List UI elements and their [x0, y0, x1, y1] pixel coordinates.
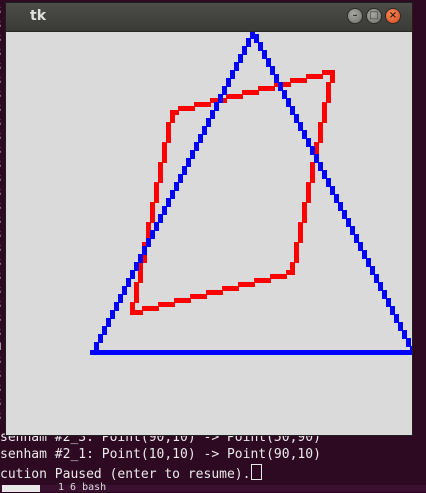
tk-window: tk – □ × — [6, 3, 412, 435]
drawing-canvas[interactable] — [6, 32, 412, 435]
terminal-left-fragment: s — [0, 256, 2, 270]
terminal-left-fragment: u — [0, 340, 2, 354]
window-title: tk — [30, 8, 47, 24]
terminal-left-fragment: s — [0, 60, 2, 74]
minimize-icon: – — [352, 10, 358, 21]
terminal-left-fragment: s — [0, 326, 2, 340]
terminal-left-fragment: s — [0, 74, 2, 88]
terminal-left-fragment: s — [0, 242, 2, 256]
terminal-tab-bar: 1 6 bash — [0, 482, 426, 493]
terminal-left-fragment: s — [0, 382, 2, 396]
terminal-left-fragment: s — [0, 410, 2, 424]
window-titlebar[interactable]: tk – □ × — [6, 3, 412, 32]
red-quadrilateral — [130, 70, 335, 315]
terminal-left-fragment: s — [0, 312, 2, 326]
terminal-left-fragment: s — [0, 46, 2, 60]
blue-triangle — [90, 32, 412, 355]
blue-triangle-pixel — [250, 32, 255, 35]
terminal-left-fragment: s — [0, 368, 2, 382]
terminal-tab-bar-text: 1 6 bash — [58, 482, 107, 493]
terminal-left-fragment: s — [0, 32, 2, 46]
terminal-left-fragment: s — [0, 172, 2, 186]
terminal-line-text: cution Paused (enter to resume). — [0, 467, 251, 482]
terminal-prompt-line[interactable]: cution Paused (enter to resume). — [0, 464, 263, 483]
terminal-left-fragment: s — [0, 18, 2, 32]
red-quadrilateral-pixel — [130, 310, 135, 315]
terminal-left-fragment: s — [0, 144, 2, 158]
terminal-left-fragment: s — [0, 200, 2, 214]
terminal-left-fragment: s — [0, 354, 2, 368]
minimize-button[interactable]: – — [348, 9, 362, 23]
terminal-left-fragment: s — [0, 214, 2, 228]
terminal-left-fragment: s — [0, 270, 2, 284]
terminal-left-fragment: s — [0, 130, 2, 144]
maximize-icon: □ — [369, 10, 379, 21]
terminal-tab[interactable] — [2, 485, 40, 492]
maximize-button[interactable]: □ — [367, 9, 381, 23]
terminal-left-fragment: s — [0, 228, 2, 242]
terminal-left-fragment: s — [0, 396, 2, 410]
terminal-left-fragment: s — [0, 284, 2, 298]
close-icon: × — [388, 10, 398, 21]
terminal-left-fragment: s — [0, 88, 2, 102]
terminal-left-fragment: s — [0, 116, 2, 130]
terminal-left-fragment: s — [0, 186, 2, 200]
close-button[interactable]: × — [386, 9, 400, 23]
terminal-cursor — [251, 464, 263, 480]
drawing-canvas-area[interactable] — [6, 32, 412, 435]
terminal-line: senham #2_1: Point(10,10) -> Point(90,10… — [0, 447, 321, 462]
terminal-left-fragment: s — [0, 102, 2, 116]
terminal-left-fragment: s — [0, 298, 2, 312]
terminal-left-fragment: s — [0, 4, 2, 18]
terminal-left-fragment: s — [0, 158, 2, 172]
